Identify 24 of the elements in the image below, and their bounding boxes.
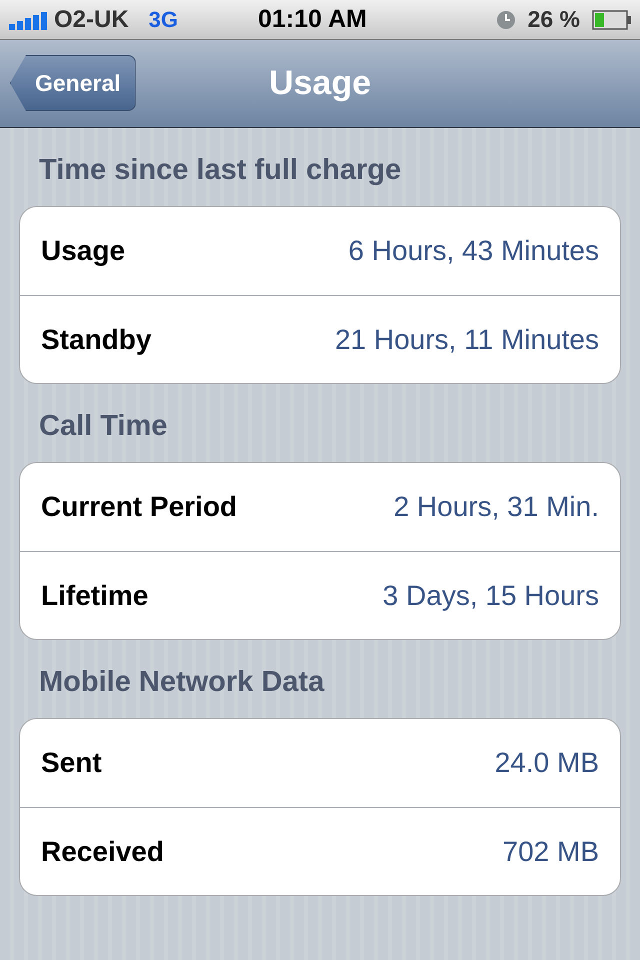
clock-icon xyxy=(496,10,516,30)
clock-time: 01:10 AM xyxy=(258,4,367,35)
row-value: 3 Days, 15 Hours xyxy=(382,578,599,613)
signal-icon xyxy=(8,10,50,30)
battery-percent: 26 % xyxy=(528,5,580,34)
row-label: Sent xyxy=(41,746,102,780)
back-button[interactable]: General xyxy=(10,55,136,111)
section-header: Time since last full charge xyxy=(38,153,402,188)
row-label: Received xyxy=(41,834,164,868)
row-label: Standby xyxy=(41,322,152,357)
page-title: Usage xyxy=(268,63,372,104)
row-value: 6 Hours, 43 Minutes xyxy=(348,234,599,268)
row-label: Lifetime xyxy=(41,578,148,612)
row-value: 702 MB xyxy=(502,834,599,868)
row-label: Current Period xyxy=(41,490,238,524)
row-value: 2 Hours, 31 Min. xyxy=(394,490,599,524)
section-header: Mobile Network Data xyxy=(38,665,326,700)
row-label: Usage xyxy=(41,234,126,268)
section-header: Call Time xyxy=(38,409,168,444)
network-type: 3G xyxy=(148,6,178,34)
carrier-name: O2-UK xyxy=(54,4,129,34)
row-value: 21 Hours, 11 Minutes xyxy=(334,322,599,356)
row-value: 24.0 MB xyxy=(494,746,599,780)
battery-icon xyxy=(592,10,632,30)
